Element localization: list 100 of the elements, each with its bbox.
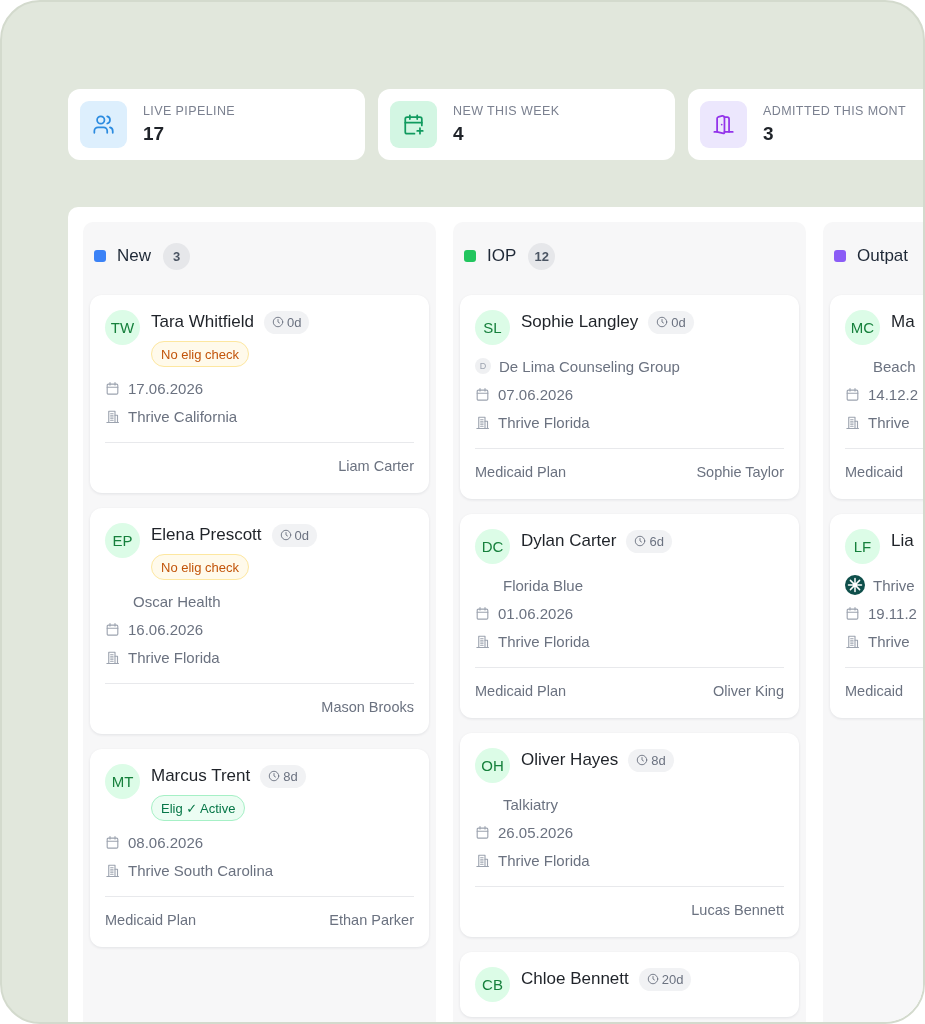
building-icon	[475, 633, 490, 649]
intake-date: 16.06.2026	[128, 620, 204, 638]
building-icon	[845, 414, 860, 430]
clock-icon	[634, 535, 647, 547]
calendar-icon	[475, 605, 490, 621]
column-count: 3	[163, 242, 190, 270]
lead-name: Dylan Carter	[521, 530, 617, 552]
clock-icon	[268, 770, 281, 782]
initials-avatar: LF	[845, 529, 880, 564]
initials-avatar: EP	[105, 523, 140, 558]
lead-name: Lia	[891, 530, 914, 552]
lead-name: Elena Prescott	[151, 524, 262, 546]
lead-card[interactable]: LF Lia Thrive 19.11.2 Thrive Medicaid	[830, 514, 923, 718]
clock-icon	[636, 754, 649, 766]
building-icon	[105, 862, 120, 878]
payer-avatar: D	[475, 358, 491, 374]
days-count: 0d	[294, 527, 310, 543]
payer-name: De Lima Counseling Group	[499, 357, 680, 375]
calendar-icon	[475, 824, 490, 840]
initials-avatar: MC	[845, 310, 880, 345]
owner-name: Lucas Bennett	[691, 902, 784, 918]
lead-card[interactable]: TW Tara Whitfield 0d No elig check 17.06.2026 Thrive California Liam Carter	[90, 295, 429, 493]
eligibility-status: No elig check	[151, 341, 250, 367]
intake-date: 19.11.2	[868, 604, 917, 622]
building-icon	[105, 408, 120, 424]
payer-name: Talkiatry	[503, 795, 558, 813]
intake-date: 07.06.2026	[498, 385, 574, 403]
lead-name: Oliver Hayes	[521, 749, 619, 771]
initials-avatar: DC	[475, 529, 510, 564]
facility-name: Thrive Florida	[128, 648, 220, 666]
clock-icon	[646, 973, 659, 985]
lead-card[interactable]: CB Chloe Bennett 20d	[460, 952, 799, 1017]
intake-date: 26.05.2026	[498, 823, 574, 841]
payer-name: Beach	[873, 357, 916, 375]
stat-value: 3	[763, 122, 774, 146]
stat-value: 4	[453, 122, 464, 146]
plan-name: Medicaid Plan	[475, 464, 567, 480]
lead-card[interactable]: DC Dylan Carter 6d Florida Blue 01.06.2026 Thrive Florida Medicaid Plan Oliver King	[460, 514, 799, 718]
column-title: Outpat	[857, 245, 909, 267]
facility-name: Thrive Florida	[498, 851, 590, 869]
days-count: 8d	[651, 752, 666, 768]
facility-name: Thrive	[868, 413, 910, 431]
stat-label: LIVE PIPELINE	[143, 103, 236, 119]
lead-card[interactable]: EP Elena Prescott 0d No elig check Oscar Health 16.06.2026 Thrive Florida Mason Brooks	[90, 508, 429, 734]
building-icon	[475, 414, 490, 430]
intake-date: 17.06.2026	[128, 379, 204, 397]
owner-name: Sophie Taylor	[696, 464, 784, 480]
calendar-icon	[845, 386, 860, 402]
intake-date: 14.12.2	[868, 385, 919, 403]
lead-name: Tara Whitfield	[151, 311, 254, 333]
payer-name: Thrive	[873, 576, 915, 594]
initials-avatar: TW	[105, 310, 140, 345]
eligibility-status: Elig ✓ Active	[151, 795, 246, 821]
owner-name: Liam Carter	[338, 458, 414, 474]
building-icon	[475, 852, 490, 868]
stat-label: ADMITTED THIS MONT	[763, 103, 907, 119]
lead-card[interactable]: MC Ma Beach 14.12.2 Thrive Medicaid	[830, 295, 923, 499]
lead-card[interactable]: MT Marcus Trent 8d Elig ✓ Active 08.06.2026 Thrive South Carolina Medicaid Plan Ethan Parker	[90, 749, 429, 947]
plan-name: Medicaid Plan	[105, 912, 197, 928]
building-icon	[845, 633, 860, 649]
clock-icon	[272, 316, 284, 328]
lead-name: Chloe Bennett	[521, 968, 629, 990]
eligibility-status: No elig check	[151, 554, 250, 580]
calendar-plus-icon	[390, 101, 437, 148]
owner-name: Mason Brooks	[321, 699, 414, 715]
building-icon	[105, 649, 120, 665]
starburst-logo-icon	[845, 575, 865, 595]
lead-card[interactable]: OH Oliver Hayes 8d Talkiatry 26.05.2026 Thrive Florida Lucas Bennett	[460, 733, 799, 937]
calendar-icon	[105, 621, 120, 637]
column-count: 12	[528, 242, 556, 270]
days-count: 6d	[649, 533, 664, 549]
payer-name: Florida Blue	[503, 576, 584, 594]
door-icon	[700, 101, 747, 148]
stat-value: 17	[143, 122, 165, 146]
lead-name: Sophie Langley	[521, 311, 639, 333]
clock-icon	[279, 529, 292, 541]
initials-avatar: MT	[105, 764, 140, 799]
facility-name: Thrive	[868, 632, 910, 650]
initials-avatar: CB	[475, 967, 510, 1002]
lead-card[interactable]: SL Sophie Langley 0d D De Lima Counseling Group 07.06.2026 Thrive Florida Medicaid Plan Sophie Taylor	[460, 295, 799, 499]
facility-name: Thrive California	[128, 407, 238, 425]
initials-avatar: SL	[475, 310, 510, 345]
calendar-icon	[105, 834, 120, 850]
initials-avatar: OH	[475, 748, 510, 783]
lead-name: Ma	[891, 311, 915, 333]
clock-icon	[656, 316, 669, 328]
plan-name: Medicaid	[845, 683, 904, 699]
lead-name: Marcus Trent	[151, 765, 251, 787]
days-count: 0d	[287, 314, 302, 330]
facility-name: Thrive Florida	[498, 632, 590, 650]
days-count: 20d	[661, 971, 684, 987]
owner-name: Ethan Parker	[329, 912, 414, 928]
facility-name: Thrive South Carolina	[128, 861, 274, 879]
calendar-icon	[475, 386, 490, 402]
column-title: IOP	[487, 245, 517, 267]
intake-date: 08.06.2026	[128, 833, 204, 851]
stat-label: NEW THIS WEEK	[453, 103, 560, 119]
owner-name: Oliver King	[713, 683, 784, 699]
facility-name: Thrive Florida	[498, 413, 590, 431]
plan-name: Medicaid Plan	[475, 683, 567, 699]
